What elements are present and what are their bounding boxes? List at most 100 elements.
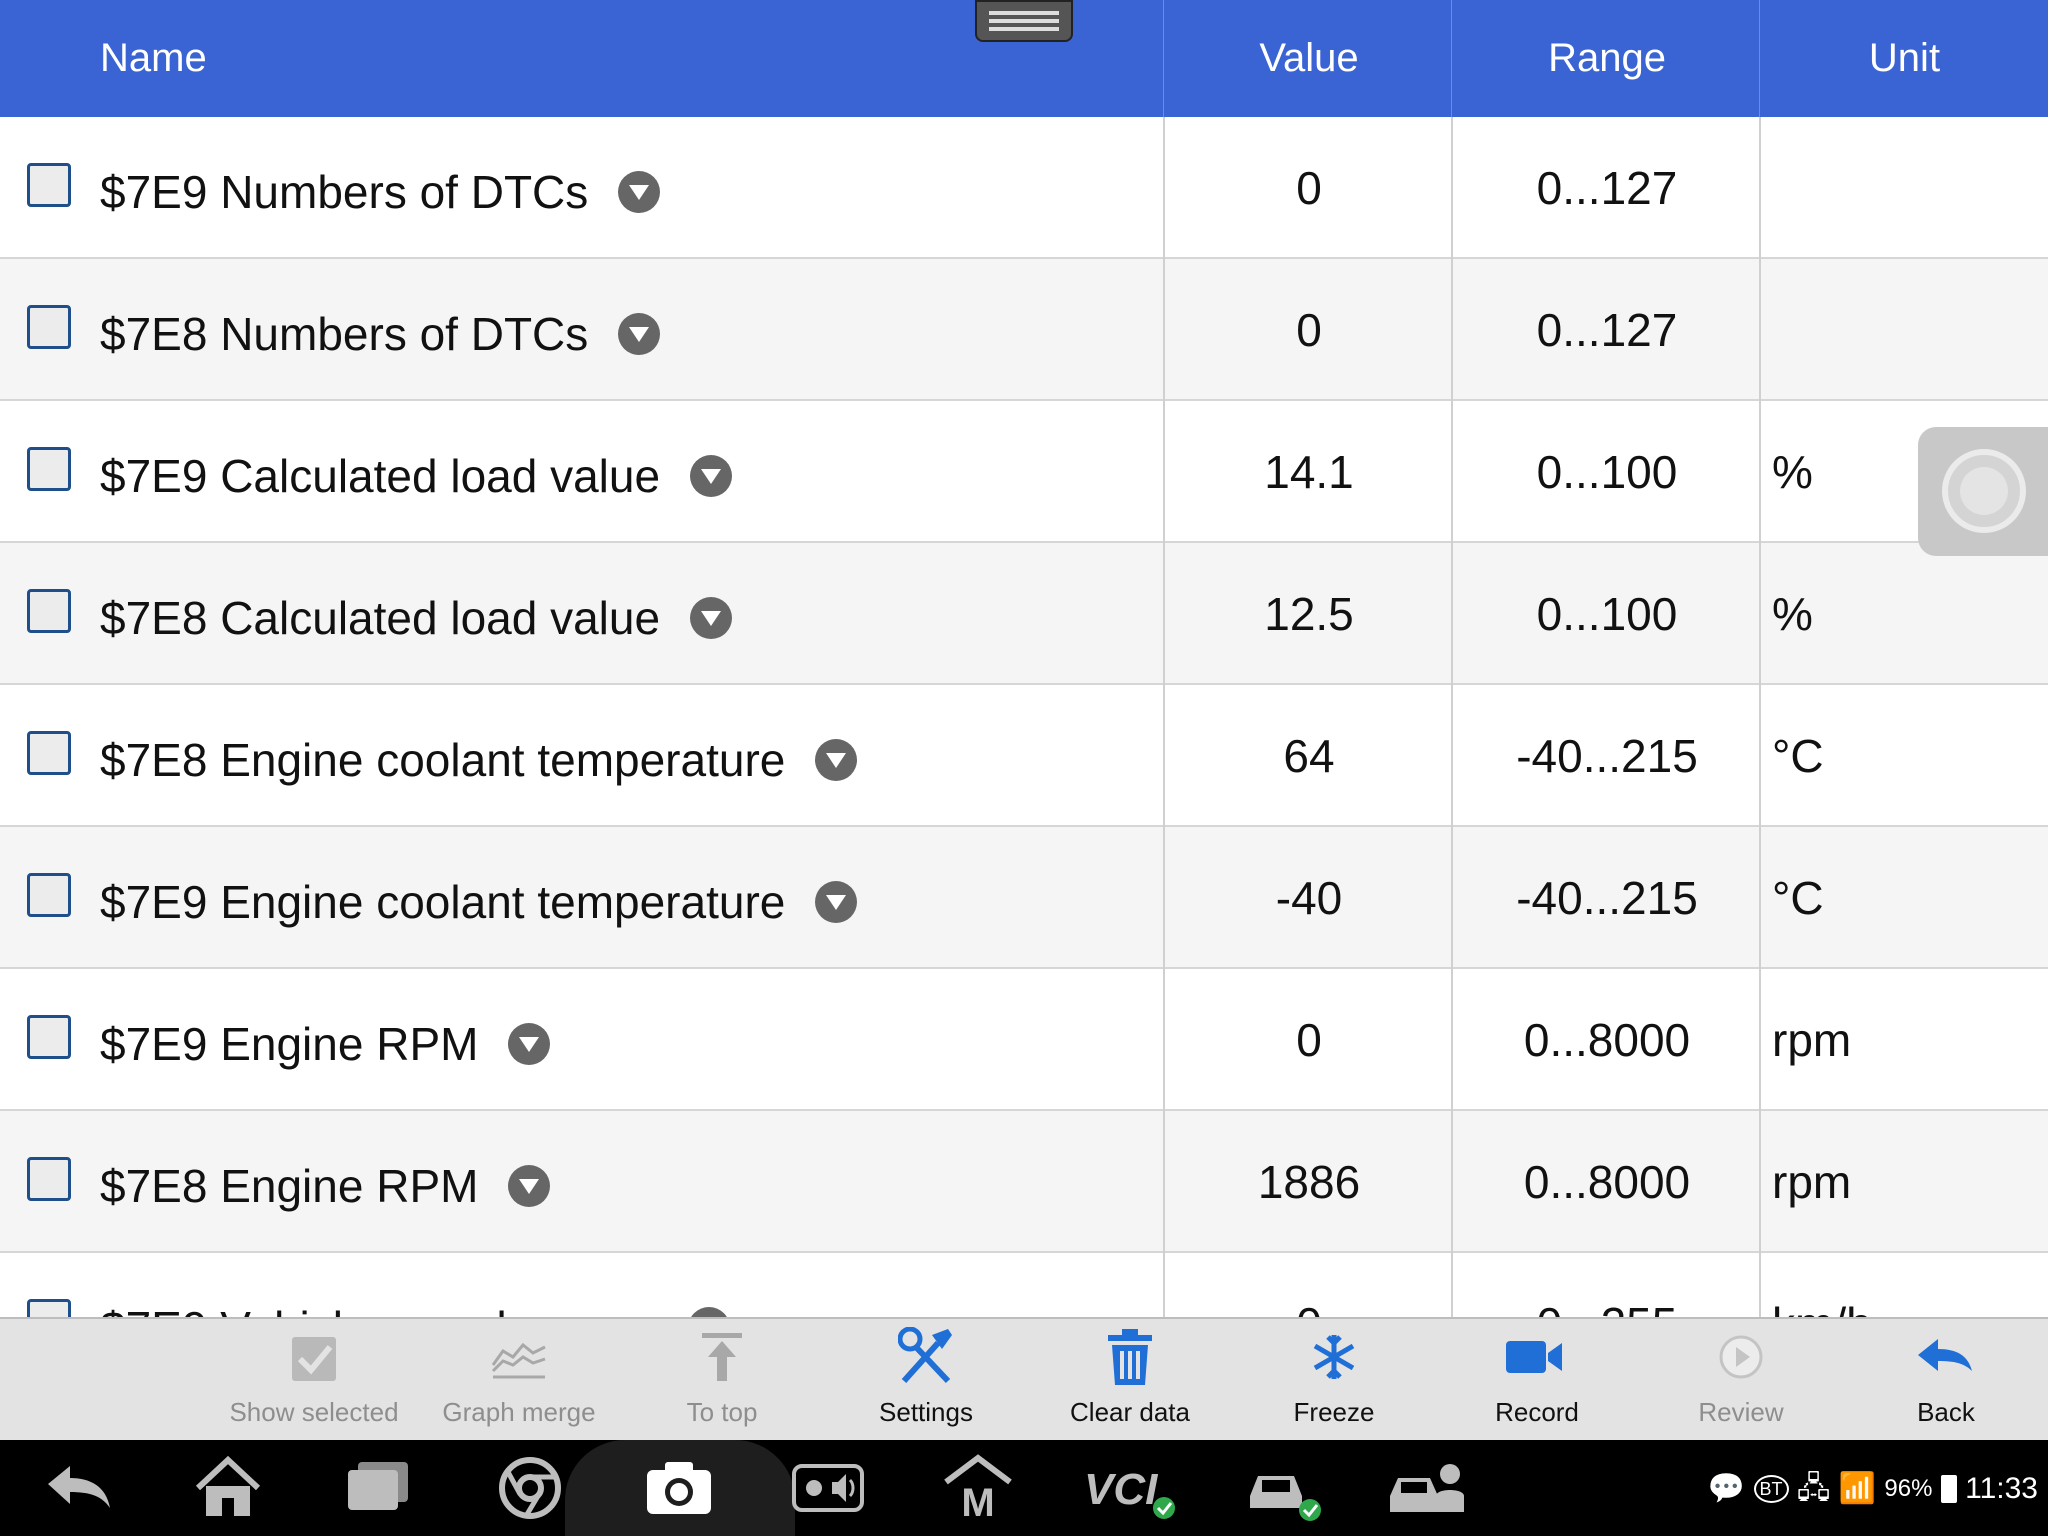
row-checkbox[interactable] <box>27 1299 71 1317</box>
table-row[interactable]: $7E8 Engine RPM 1886 0...8000 rpm <box>0 1111 2048 1253</box>
brightness-volume-icon[interactable] <box>792 1452 864 1524</box>
dropdown-arrow-icon[interactable] <box>690 596 733 639</box>
table-row[interactable]: $7E8 Numbers of DTCs 0 0...127 <box>0 259 2048 401</box>
svg-text:VCI: VCI <box>1084 1465 1158 1514</box>
dropdown-arrow-icon[interactable] <box>508 1164 551 1207</box>
table-row[interactable]: $7E8 Engine coolant temperature 64 -40..… <box>0 685 2048 827</box>
live-data-table[interactable]: $7E9 Numbers of DTCs 0 0...127 $7E8 Numb… <box>0 117 2048 1317</box>
row-value: 12.5 <box>1264 588 1354 640</box>
settings-button[interactable]: Settings <box>826 1319 1026 1442</box>
snowflake-icon <box>1313 1335 1355 1379</box>
table-row[interactable]: $7E9 Numbers of DTCs 0 0...127 <box>0 117 2048 259</box>
row-checkbox[interactable] <box>27 305 71 349</box>
row-value: 1886 <box>1257 1156 1361 1208</box>
back-button[interactable]: Back <box>1846 1319 2046 1442</box>
review-button[interactable]: Review <box>1641 1319 1841 1442</box>
dropdown-arrow-icon[interactable] <box>690 454 733 497</box>
row-name: $7E9 Vehicle speed sensor <box>100 1253 730 1317</box>
recent-apps-icon[interactable] <box>342 1452 414 1524</box>
status-area: 💬 BT 🖧 📶 96% 11:33 <box>1708 1440 2038 1536</box>
row-range: 0...100 <box>1536 446 1678 498</box>
row-value: 0 <box>1296 304 1322 356</box>
to-top-button[interactable]: To top <box>622 1319 822 1442</box>
row-name: $7E9 Engine RPM <box>100 969 551 1111</box>
vehicle-service-icon[interactable] <box>1386 1452 1470 1524</box>
row-checkbox[interactable] <box>27 873 71 917</box>
row-value: 0 <box>1165 1253 1453 1317</box>
row-checkbox[interactable] <box>27 163 71 207</box>
battery-percent: 96% <box>1884 1475 1933 1503</box>
row-name: $7E8 Numbers of DTCs <box>100 259 661 401</box>
dropdown-arrow-icon[interactable] <box>815 738 858 781</box>
row-range: 0...8000 <box>1523 1014 1691 1066</box>
row-name: $7E8 Engine RPM <box>100 1111 551 1253</box>
row-range: -40...215 <box>1516 872 1698 924</box>
table-row[interactable]: $7E9 Engine coolant temperature -40 -40.… <box>0 827 2048 969</box>
graph-icon <box>491 1342 546 1379</box>
row-checkbox[interactable] <box>27 1157 71 1201</box>
row-value: 0 <box>1296 162 1322 214</box>
header-divider <box>1163 0 1164 117</box>
dropdown-arrow-icon[interactable] <box>687 1306 730 1317</box>
bottom-toolbar: Show selected Graph merge To top Setting… <box>0 1317 2048 1440</box>
system-back-icon[interactable] <box>44 1452 116 1524</box>
row-name: $7E9 Engine coolant temperature <box>100 827 858 969</box>
clear-data-button[interactable]: Clear data <box>1030 1319 1230 1442</box>
column-header-unit: Unit <box>1868 36 1941 80</box>
header-divider <box>1759 0 1760 117</box>
graph-merge-button[interactable]: Graph merge <box>419 1319 619 1442</box>
column-header-range: Range <box>1548 36 1666 80</box>
column-header-value: Value <box>1259 36 1359 80</box>
checkbox-icon <box>292 1337 336 1381</box>
row-unit: km/h <box>1772 1253 1872 1317</box>
row-name: $7E9 Numbers of DTCs <box>100 117 661 259</box>
table-row[interactable]: $7E8 Calculated load value 12.5 0...100 … <box>0 543 2048 685</box>
bluetooth-badge: BT <box>1753 1475 1789 1504</box>
dropdown-arrow-icon[interactable] <box>815 880 858 923</box>
pull-down-handle[interactable] <box>975 0 1073 42</box>
row-value: -40 <box>1275 872 1343 924</box>
row-range: 0...8000 <box>1523 1156 1691 1208</box>
row-range: 0...127 <box>1536 304 1678 356</box>
header-divider <box>1451 0 1452 117</box>
arrow-up-icon <box>702 1333 742 1381</box>
row-unit: °C <box>1772 730 1824 782</box>
row-value: 64 <box>1283 730 1335 782</box>
system-navigation-bar: M VCI 💬 BT 🖧 📶 96% 11:33 <box>0 1440 2048 1536</box>
vci-connection-icon[interactable]: VCI <box>1082 1452 1182 1524</box>
freeze-button[interactable]: Freeze <box>1234 1319 1434 1442</box>
record-button[interactable]: Record <box>1437 1319 1637 1442</box>
dropdown-arrow-icon[interactable] <box>618 170 661 213</box>
table-row[interactable]: $7E9 Engine RPM 0 0...8000 rpm <box>0 969 2048 1111</box>
vehicle-connected-icon[interactable] <box>1244 1452 1324 1524</box>
row-checkbox[interactable] <box>27 731 71 775</box>
row-range: 0...255 <box>1453 1253 1761 1317</box>
battery-icon <box>1940 1475 1957 1504</box>
play-icon <box>1719 1335 1763 1379</box>
table-row[interactable]: $7E9 Calculated load value 14.1 0...100 … <box>0 401 2048 543</box>
show-selected-button[interactable]: Show selected <box>214 1319 414 1442</box>
wrench-screwdriver-icon <box>898 1327 952 1384</box>
svg-text:M: M <box>961 1481 994 1524</box>
row-checkbox[interactable] <box>27 589 71 633</box>
row-range: -40...215 <box>1516 730 1698 782</box>
dropdown-arrow-icon[interactable] <box>508 1022 551 1065</box>
row-unit: % <box>1772 588 1813 640</box>
row-checkbox[interactable] <box>27 1015 71 1059</box>
column-header-name: Name <box>100 36 207 80</box>
row-unit: % <box>1772 446 1813 498</box>
network-icon: 🖧 <box>1796 1472 1831 1506</box>
dropdown-arrow-icon[interactable] <box>618 312 661 355</box>
table-row[interactable]: $7E9 Vehicle speed sensor 0 0...255 km/h <box>0 1253 2048 1317</box>
screenshot-camera-icon[interactable] <box>643 1452 715 1524</box>
row-unit: °C <box>1772 872 1824 924</box>
assistive-touch-button[interactable] <box>1918 427 2048 556</box>
row-name: $7E8 Calculated load value <box>100 543 733 685</box>
row-checkbox[interactable] <box>27 447 71 491</box>
video-camera-icon <box>1506 1341 1562 1373</box>
row-range: 0...100 <box>1536 588 1678 640</box>
maxifix-icon[interactable]: M <box>942 1452 1014 1524</box>
browser-icon[interactable] <box>494 1452 566 1524</box>
row-value: 14.1 <box>1264 446 1354 498</box>
system-home-icon[interactable] <box>192 1452 264 1524</box>
